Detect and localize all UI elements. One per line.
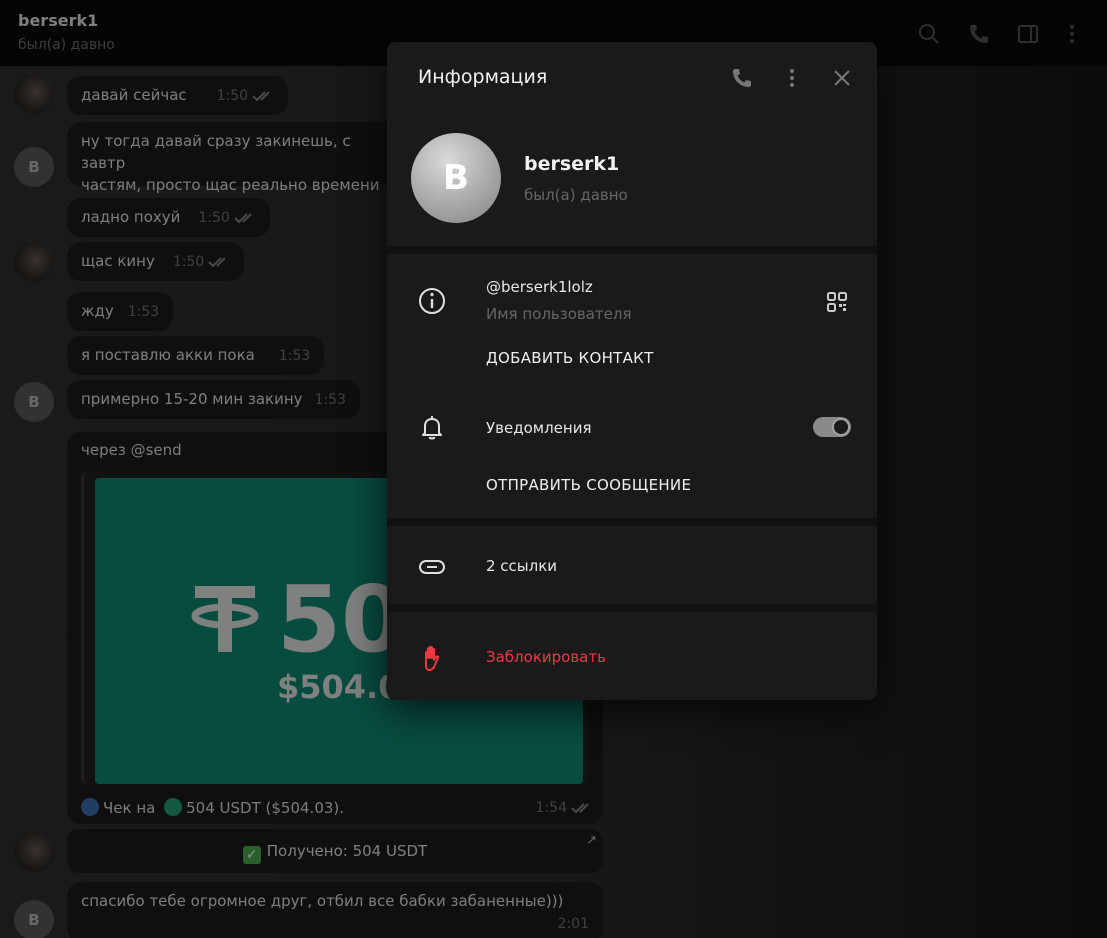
info-icon — [419, 288, 445, 314]
panel-title: Информация — [418, 66, 548, 88]
bell-icon — [422, 416, 442, 440]
section-divider — [387, 518, 877, 526]
section-divider — [387, 604, 877, 612]
send-message-button[interactable]: ОТПРАВИТЬ СООБЩЕНИЕ — [486, 476, 691, 494]
qr-code-icon[interactable] — [826, 291, 848, 313]
username-value[interactable]: @berserk1lolz — [486, 278, 593, 296]
link-icon — [419, 560, 445, 574]
more-vertical-icon[interactable] — [780, 66, 804, 90]
phone-icon[interactable] — [730, 66, 754, 90]
section-divider — [387, 246, 877, 254]
profile-avatar[interactable]: B — [411, 133, 501, 223]
notifications-toggle[interactable] — [813, 417, 851, 437]
profile-status: был(а) давно — [524, 186, 628, 204]
close-icon[interactable] — [830, 66, 854, 90]
block-user-button[interactable]: Заблокировать — [486, 648, 606, 666]
user-info-panel: Информация B berserk1 был(а) давно @bers… — [387, 42, 877, 700]
stop-hand-icon — [425, 645, 440, 671]
profile-name: berserk1 — [524, 153, 620, 175]
toggle-knob — [832, 418, 850, 436]
links-item[interactable]: 2 ссылки — [486, 557, 557, 575]
username-label: Имя пользователя — [486, 305, 632, 323]
notifications-label: Уведомления — [486, 419, 592, 437]
add-contact-button[interactable]: ДОБАВИТЬ КОНТАКТ — [486, 349, 654, 367]
